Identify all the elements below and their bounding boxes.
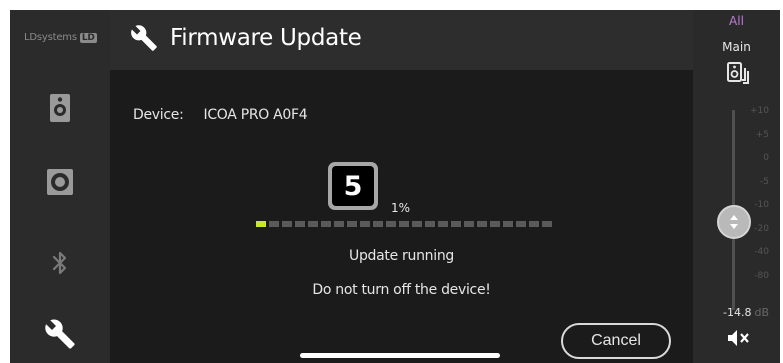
progress-segment — [529, 221, 539, 227]
volume-tick-label: -80 — [754, 270, 769, 281]
volume-tick-label: -5 — [760, 176, 769, 187]
progress-segment — [321, 221, 331, 227]
page-header: Firmware Update — [110, 10, 693, 70]
progress-segment — [425, 221, 435, 227]
progress-bar — [256, 221, 552, 227]
wrench-icon — [131, 25, 157, 51]
brand-badge: LD — [79, 32, 97, 43]
progress-segment — [503, 221, 513, 227]
volume-tick-label: +5 — [755, 129, 769, 140]
sidebar: LDsystems LD — [10, 10, 110, 363]
progress-segment — [464, 221, 474, 227]
progress-segment — [451, 221, 461, 227]
progress-segment — [282, 221, 292, 227]
progress-segment — [308, 221, 318, 227]
progress-percent: 1% — [391, 201, 411, 215]
progress-segment — [412, 221, 422, 227]
sidebar-item-bluetooth[interactable] — [10, 238, 110, 288]
mute-icon[interactable] — [727, 328, 751, 348]
warning-line: Do not turn off the device! — [312, 282, 491, 298]
status-line: Update running — [349, 248, 454, 264]
volume-slider-handle[interactable] — [717, 205, 751, 239]
volume-tick-label: 0 — [763, 153, 769, 163]
speaker-icon — [50, 94, 70, 122]
progress-segment — [399, 221, 409, 227]
progress-segment — [295, 221, 305, 227]
main-zone-label[interactable]: Main — [693, 40, 780, 54]
step-number: 5 — [332, 166, 374, 206]
progress-segment — [256, 221, 266, 227]
progress-segment — [516, 221, 526, 227]
sidebar-item-subwoofer[interactable] — [10, 157, 110, 207]
sidebar-item-speaker[interactable] — [10, 83, 110, 133]
progress-segment — [373, 221, 383, 227]
app-screen: LDsystems LD Firmware Update Device: ICO… — [10, 10, 780, 363]
volume-readout: -14.8 dB — [723, 306, 769, 319]
step-badge: 5 — [328, 162, 378, 210]
device-name: ICOA PRO A0F4 — [203, 107, 308, 123]
volume-value: -14.8 — [723, 306, 752, 319]
device-info: Device: ICOA PRO A0F4 — [133, 107, 308, 123]
wrench-icon — [45, 319, 75, 349]
progress-segment — [438, 221, 448, 227]
device-label: Device: — [133, 107, 184, 123]
volume-unit: dB — [754, 306, 769, 319]
progress-segment — [477, 221, 487, 227]
volume-panel: All Main +10 +5 0 -5 -10 -20 -40 -80 -14.8 dB — [693, 10, 780, 363]
all-zone-label[interactable]: All — [693, 14, 780, 28]
home-indicator[interactable] — [300, 353, 500, 358]
progress-segment — [347, 221, 357, 227]
page-title: Firmware Update — [170, 25, 362, 51]
sidebar-item-firmware[interactable] — [10, 309, 110, 359]
firmware-update-panel: Device: ICOA PRO A0F4 5 1% Update runnin… — [110, 70, 693, 363]
progress-segment — [490, 221, 500, 227]
brand-name: LDsystems — [24, 32, 77, 43]
cancel-button[interactable]: Cancel — [561, 323, 671, 359]
progress-segment — [386, 221, 396, 227]
progress-segment — [542, 221, 552, 227]
volume-tick-label: +10 — [750, 106, 769, 116]
speaker-group-icon[interactable] — [726, 61, 752, 85]
subwoofer-icon — [47, 169, 73, 195]
progress-segment — [360, 221, 370, 227]
volume-tick-label: -40 — [754, 247, 769, 257]
progress-segment — [269, 221, 279, 227]
bluetooth-icon — [52, 251, 67, 275]
brand-logo: LDsystems LD — [24, 32, 97, 43]
up-down-arrows-icon — [730, 215, 738, 229]
progress-segment — [334, 221, 344, 227]
